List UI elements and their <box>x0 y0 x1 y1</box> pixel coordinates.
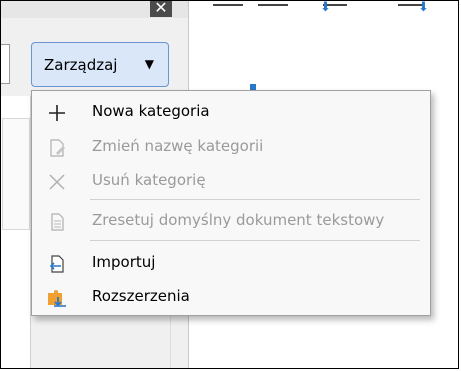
screenshot-frame <box>0 0 459 369</box>
